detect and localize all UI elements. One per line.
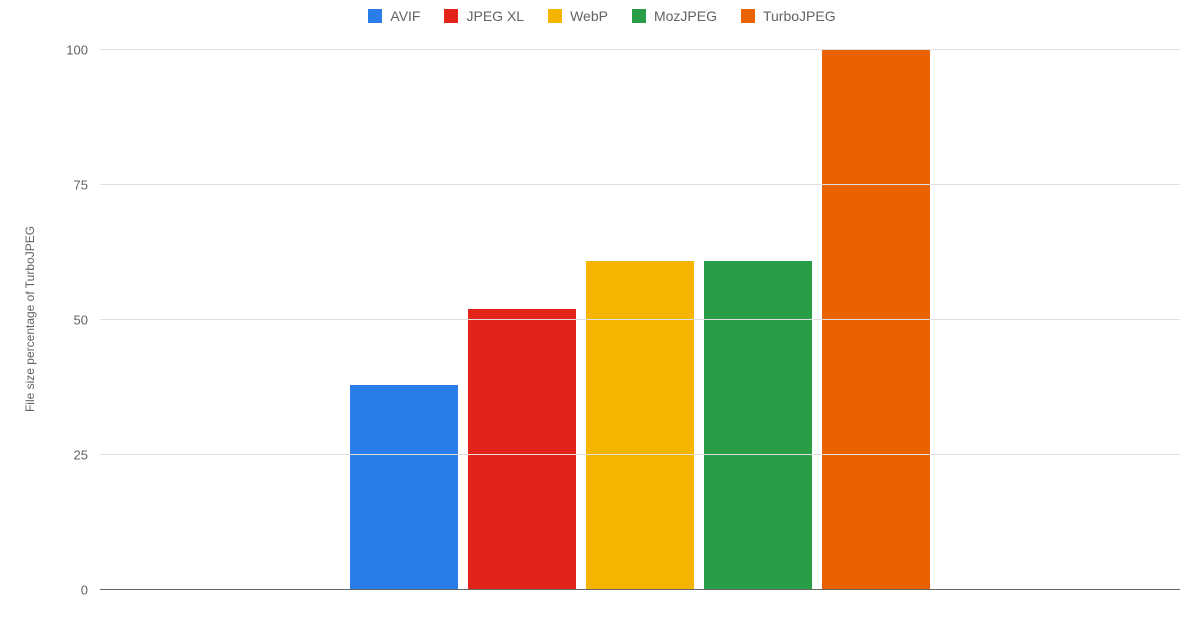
y-tick-label: 75	[50, 178, 100, 193]
y-tick-label: 100	[50, 43, 100, 58]
bars-group	[100, 50, 1180, 590]
legend-item-turbojpeg: TurboJPEG	[741, 8, 836, 24]
bar-turbojpeg	[822, 50, 930, 590]
y-tick-label: 25	[50, 448, 100, 463]
y-tick-label: 50	[50, 313, 100, 328]
legend-label: MozJPEG	[654, 8, 717, 24]
grid-line	[100, 454, 1180, 455]
grid-line	[100, 184, 1180, 185]
legend-item-webp: WebP	[548, 8, 608, 24]
grid-line	[100, 49, 1180, 50]
plot-area: 0255075100	[100, 50, 1180, 590]
legend-swatch	[548, 9, 562, 23]
y-tick-label: 0	[50, 583, 100, 598]
legend-label: TurboJPEG	[763, 8, 836, 24]
bar-avif	[350, 385, 458, 590]
bar-webp	[586, 261, 694, 590]
chart: AVIF JPEG XL WebP MozJPEG TurboJPEG File siz…	[0, 0, 1204, 624]
legend-item-jpeg-xl: JPEG XL	[444, 8, 524, 24]
legend-label: JPEG XL	[466, 8, 524, 24]
x-axis-baseline	[100, 589, 1180, 590]
legend-swatch	[632, 9, 646, 23]
legend-swatch	[368, 9, 382, 23]
legend-label: AVIF	[390, 8, 420, 24]
legend: AVIF JPEG XL WebP MozJPEG TurboJPEG	[0, 8, 1204, 24]
bar-jpeg-xl	[468, 309, 576, 590]
legend-swatch	[444, 9, 458, 23]
y-axis-label: File size percentage of TurboJPEG	[23, 226, 37, 412]
bar-mozjpeg	[704, 261, 812, 590]
legend-item-avif: AVIF	[368, 8, 420, 24]
legend-label: WebP	[570, 8, 608, 24]
grid-line	[100, 319, 1180, 320]
legend-item-mozjpeg: MozJPEG	[632, 8, 717, 24]
legend-swatch	[741, 9, 755, 23]
